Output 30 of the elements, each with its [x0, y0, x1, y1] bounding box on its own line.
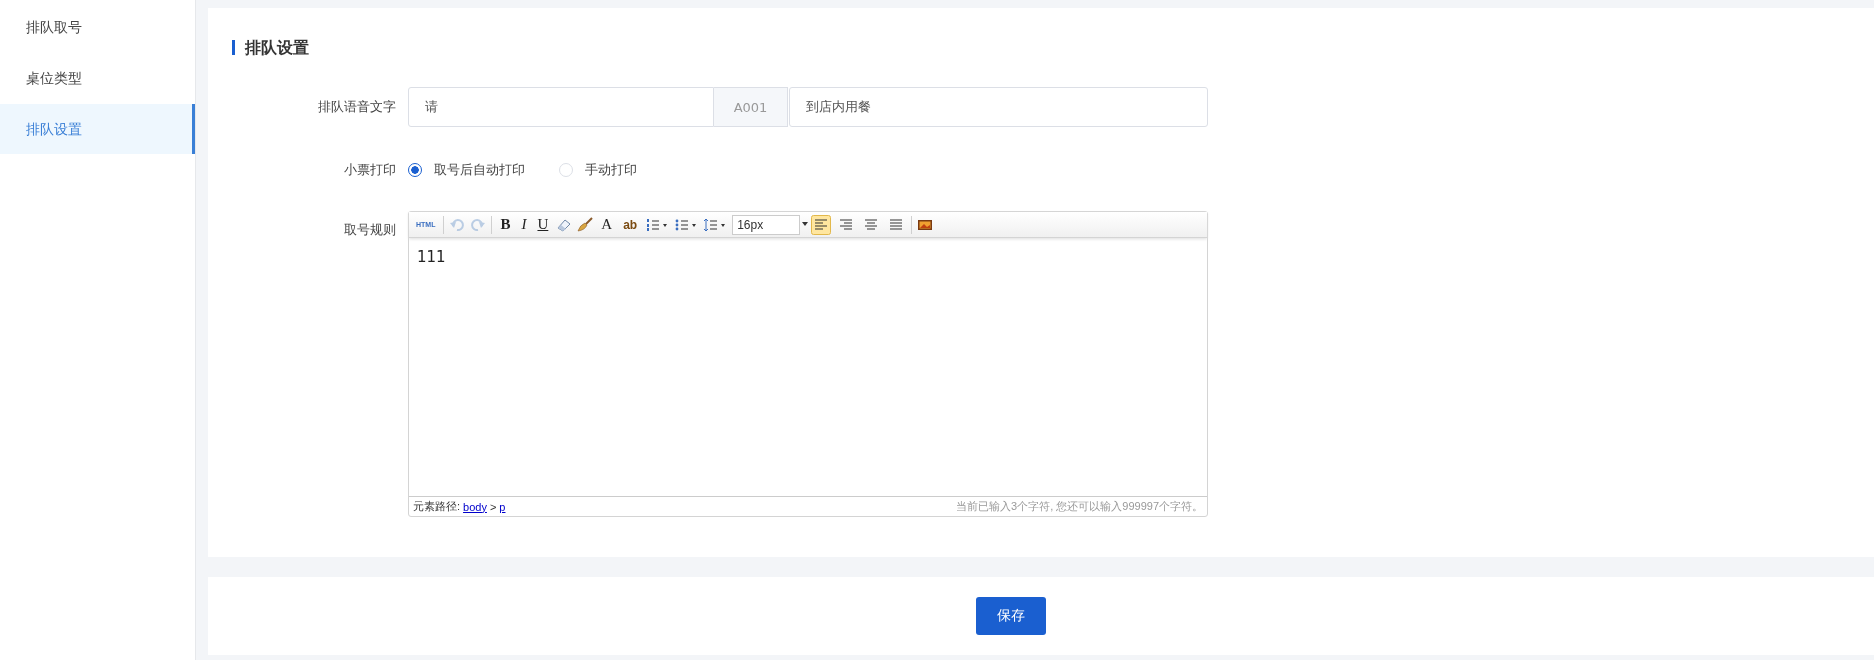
sidebar-item[interactable]: 排队取号	[0, 2, 195, 52]
character-count: 当前已输入3个字符, 您还可以输入999997个字符。	[956, 499, 1203, 514]
bold-button[interactable]: B	[497, 216, 514, 233]
field-label: 排队语音文字	[317, 98, 397, 116]
italic-button[interactable]: I	[518, 216, 530, 233]
sidebar-item[interactable]: 桌位类型	[0, 53, 195, 103]
path-separator: >	[489, 500, 497, 513]
save-button[interactable]: 保存	[976, 597, 1046, 635]
radio-option[interactable]: 手动打印	[559, 161, 637, 179]
editor-content[interactable]: 111	[409, 238, 1207, 496]
field-label: 取号规则	[343, 221, 397, 239]
element-path-label: 元素路径:	[413, 499, 461, 514]
field-label: 小票打印	[343, 161, 397, 179]
align-left-icon[interactable]	[811, 214, 832, 235]
queue-number-addon: A001	[714, 87, 788, 127]
ordered-list-icon[interactable]	[645, 216, 670, 233]
sidebar-item[interactable]: 排队设置	[0, 104, 195, 154]
highlight-button[interactable]: ab	[620, 217, 641, 232]
caret-icon	[802, 221, 809, 226]
section-title: 排队设置	[232, 40, 1874, 55]
line-height-icon[interactable]	[703, 216, 728, 233]
font-color-button[interactable]: A	[598, 216, 616, 233]
radio-option[interactable]: 取号后自动打印	[408, 161, 525, 179]
brush-icon[interactable]	[577, 216, 594, 233]
underline-button[interactable]: U	[534, 216, 552, 233]
radio-icon[interactable]	[408, 163, 422, 177]
element-path-link[interactable]: p	[499, 500, 506, 513]
prefix-input[interactable]: 请	[408, 87, 714, 127]
suffix-input[interactable]: 到店内用餐	[789, 87, 1208, 127]
element-path-link[interactable]: body	[463, 500, 487, 513]
